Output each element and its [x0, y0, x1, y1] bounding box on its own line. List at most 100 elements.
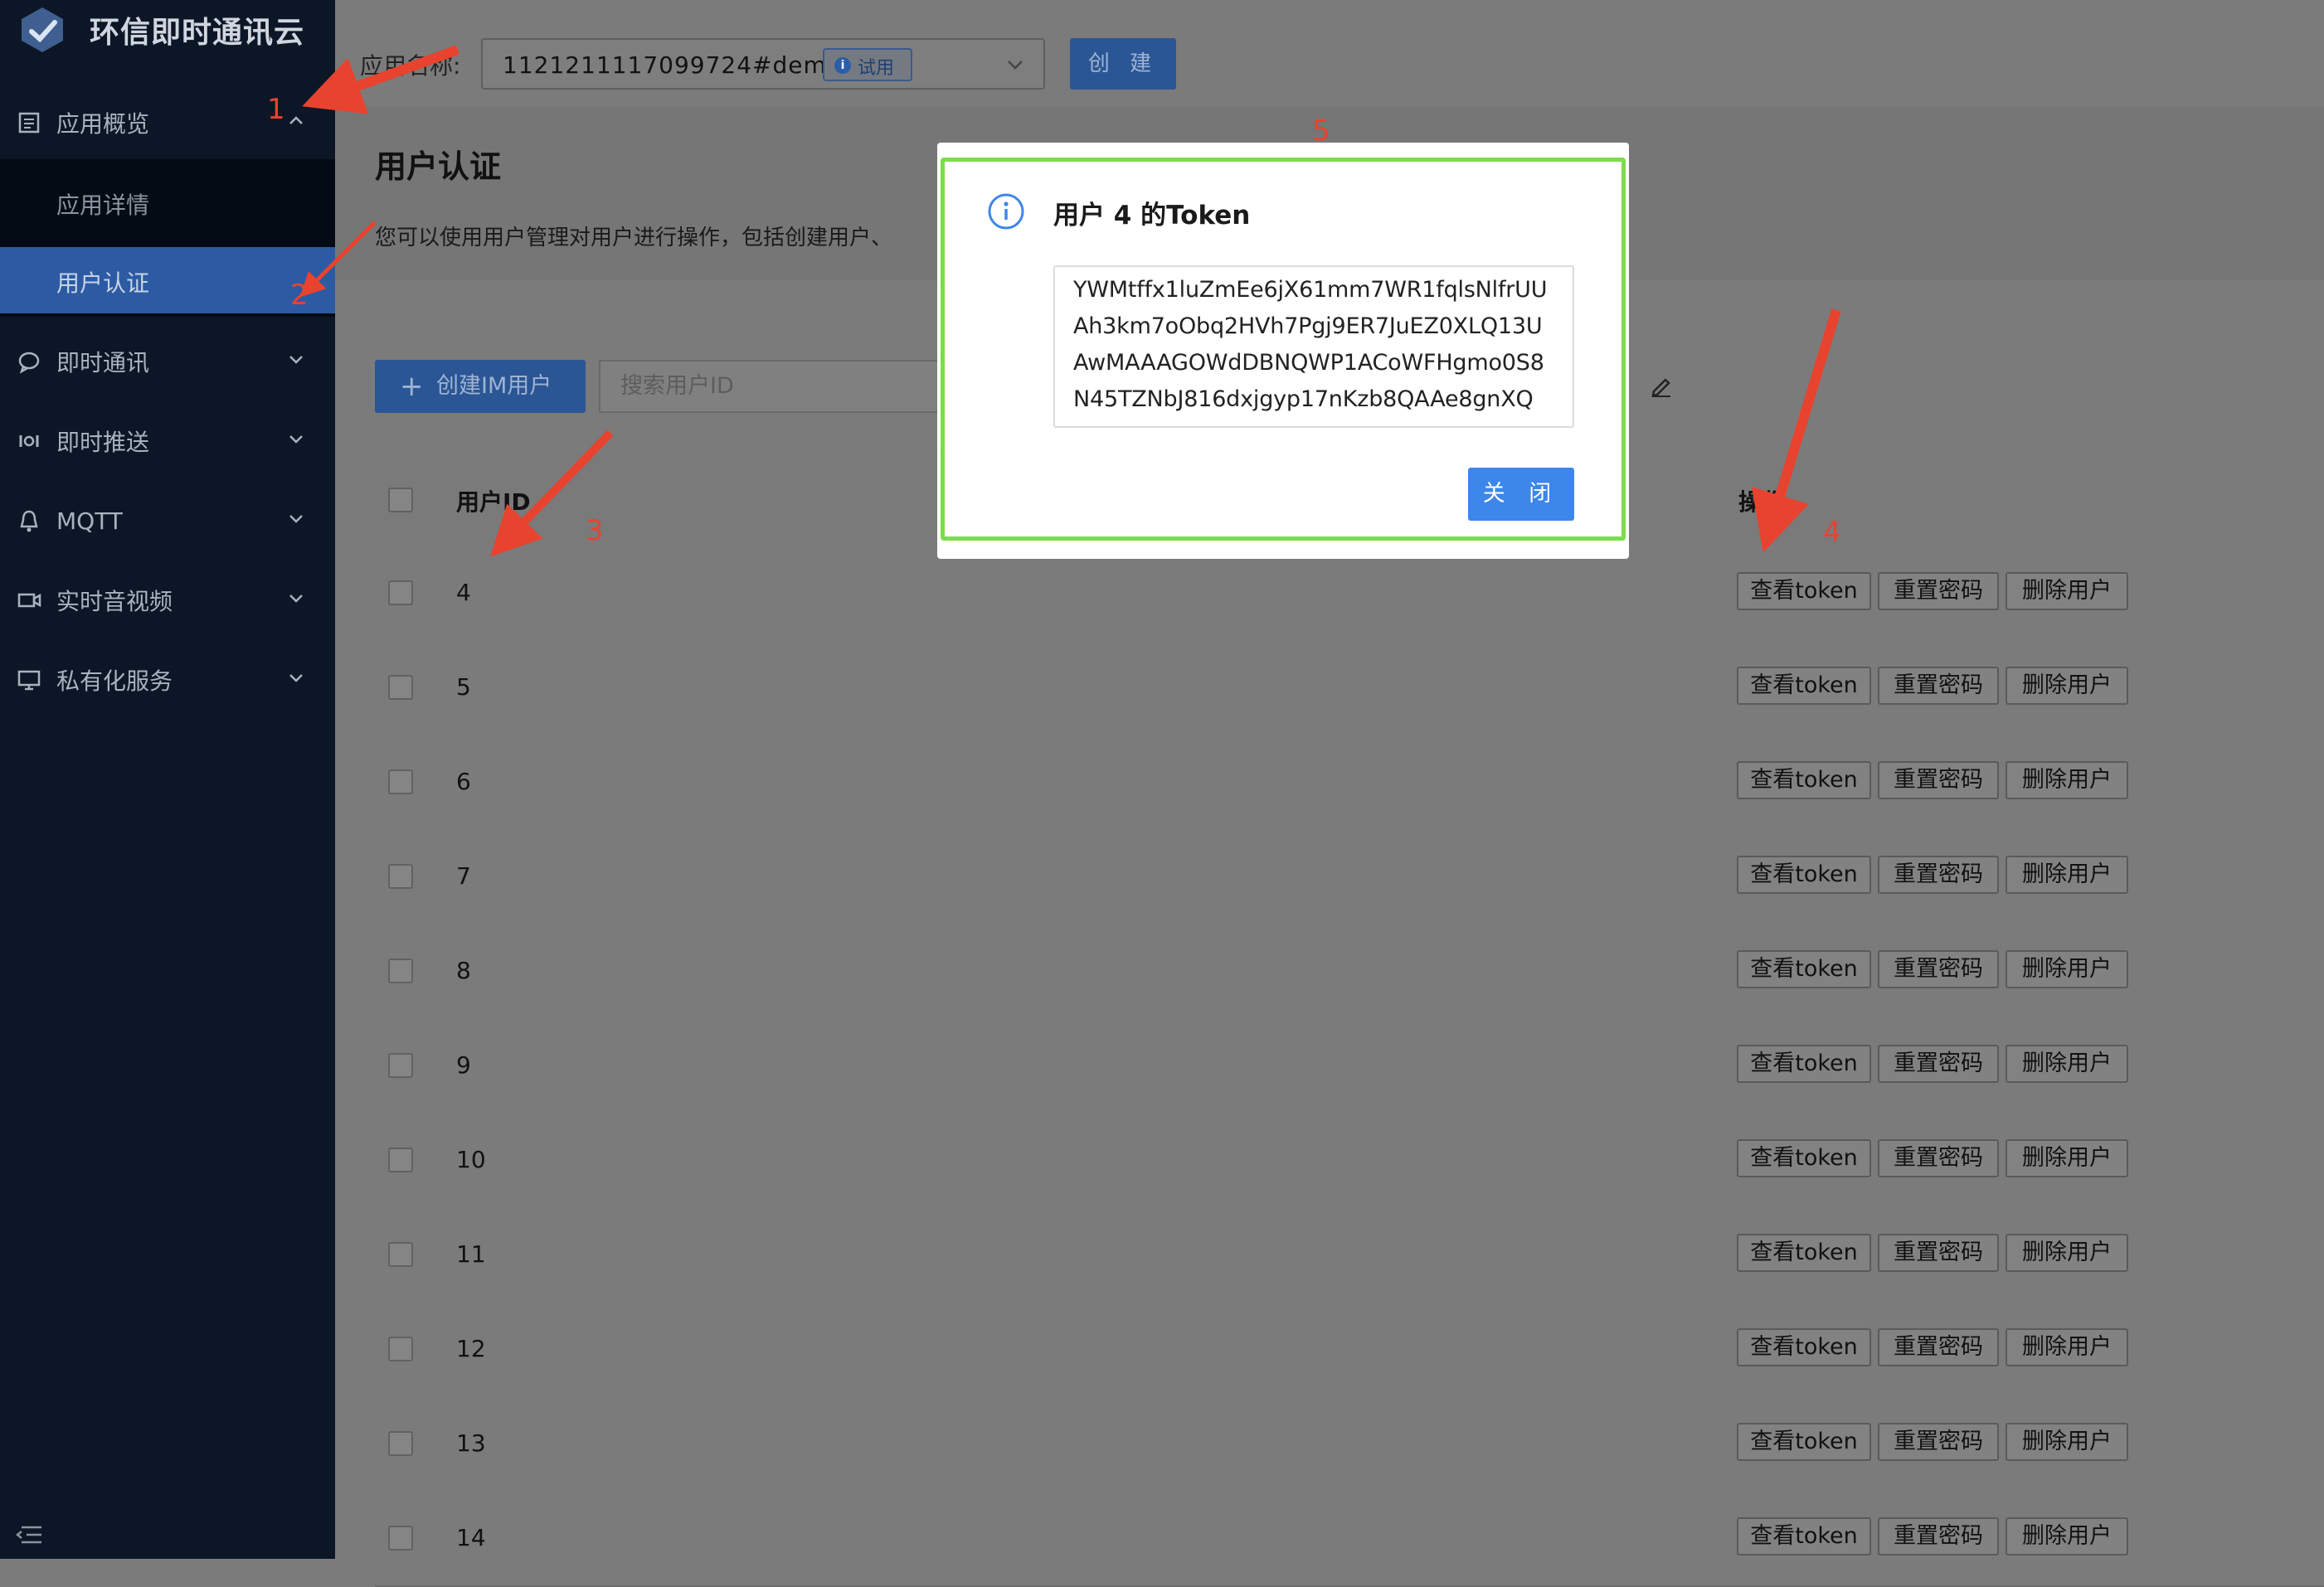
- view-token-button[interactable]: 查看token: [1737, 1328, 1871, 1366]
- user-id-cell: 11: [456, 1240, 486, 1268]
- edit-icon[interactable]: [1649, 373, 1674, 398]
- table-row: 6 查看token 重置密码 删除用户: [375, 735, 2324, 831]
- delete-user-button[interactable]: 删除用户: [2006, 572, 2128, 610]
- chevron-down-icon: [289, 595, 303, 603]
- sidebar-item-label: 私有化服务: [56, 667, 173, 695]
- token-line: N45TZNbJ816dxjgyp17nKzb8QAAe8gnXQ: [1073, 386, 1534, 412]
- view-token-button[interactable]: 查看token: [1737, 1517, 1871, 1555]
- token-modal: 用户 4 的Token YWMtffx1luZmEe6jX61mm7WR1fql…: [937, 143, 1629, 559]
- row-checkbox[interactable]: [388, 1148, 413, 1172]
- delete-user-button[interactable]: 删除用户: [2006, 1139, 2128, 1177]
- reset-password-button[interactable]: 重置密码: [1878, 1517, 1999, 1555]
- row-checkbox[interactable]: [388, 959, 413, 983]
- reset-password-button[interactable]: 重置密码: [1878, 1045, 1999, 1083]
- sidebar-subitem-user-auth[interactable]: [0, 247, 335, 313]
- sidebar-item-label: 即时推送: [56, 429, 150, 456]
- create-button[interactable]: 创 建: [1070, 38, 1176, 90]
- sidebar-subitem-app-details[interactable]: 应用详情: [56, 187, 149, 221]
- row-checkbox[interactable]: [388, 1526, 413, 1551]
- page-description: 您可以使用用户管理对用户进行操作，包括创建用户、: [375, 226, 893, 250]
- token-line: Ah3km7oObq2HVh7Pgj9ER7JuEZ0XLQ13U: [1073, 313, 1543, 339]
- info-icon: i: [834, 57, 851, 74]
- user-id-cell: 12: [456, 1335, 486, 1362]
- modal-title: 用户 4 的Token: [1053, 201, 1251, 231]
- view-token-button[interactable]: 查看token: [1737, 856, 1871, 894]
- chevron-up-icon: [289, 116, 303, 124]
- view-token-button[interactable]: 查看token: [1737, 950, 1871, 988]
- row-checkbox[interactable]: [388, 580, 413, 605]
- column-header-user-id: 用户ID: [456, 488, 531, 516]
- table-row: 11 查看token 重置密码 删除用户: [375, 1207, 2324, 1303]
- sidebar-item-push[interactable]: 即时推送: [0, 401, 335, 481]
- delete-user-button[interactable]: 删除用户: [2006, 1517, 2128, 1555]
- sidebar-item-private[interactable]: 私有化服务: [0, 640, 335, 720]
- annotation-label-3: 3: [586, 514, 604, 547]
- table-row: 12 查看token 重置密码 删除用户: [375, 1302, 2324, 1398]
- view-token-button[interactable]: 查看token: [1737, 1234, 1871, 1272]
- delete-user-button[interactable]: 删除用户: [2006, 667, 2128, 705]
- plus-icon: +: [400, 370, 424, 403]
- column-header-actions: 操作: [1738, 488, 1786, 516]
- info-icon: [988, 193, 1024, 230]
- user-id-cell: 10: [456, 1146, 486, 1173]
- create-im-user-label: 创建IM用户: [436, 373, 552, 399]
- sidebar-item-mqtt[interactable]: MQTT: [0, 481, 335, 561]
- row-checkbox[interactable]: [388, 864, 413, 889]
- reset-password-button[interactable]: 重置密码: [1878, 950, 1999, 988]
- close-button[interactable]: 关 闭: [1468, 468, 1574, 521]
- reset-password-button[interactable]: 重置密码: [1878, 1234, 1999, 1272]
- app-name-value: 1121211117099724#demo: [503, 51, 842, 79]
- reset-password-button[interactable]: 重置密码: [1878, 667, 1999, 705]
- sidebar-item-label: 即时通讯: [56, 349, 150, 376]
- row-checkbox[interactable]: [388, 1337, 413, 1361]
- reset-password-button[interactable]: 重置密码: [1878, 856, 1999, 894]
- delete-user-button[interactable]: 删除用户: [2006, 856, 2128, 894]
- app-select[interactable]: 1121211117099724#demo i 试用: [481, 38, 1045, 90]
- delete-user-button[interactable]: 删除用户: [2006, 1045, 2128, 1083]
- sidebar-item-im[interactable]: 即时通讯: [0, 322, 335, 401]
- delete-user-button[interactable]: 删除用户: [2006, 761, 2128, 799]
- table-row: 14 查看token 重置密码 删除用户: [375, 1491, 2324, 1587]
- table-row: 10 查看token 重置密码 删除用户: [375, 1113, 2324, 1209]
- delete-user-button[interactable]: 删除用户: [2006, 1328, 2128, 1366]
- row-checkbox[interactable]: [388, 675, 413, 700]
- token-line: YWMtffx1luZmEe6jX61mm7WR1fqlsNlfrUU: [1073, 277, 1548, 303]
- sidebar-item-label: MQTT: [56, 507, 123, 535]
- search-user-input[interactable]: 搜索用户ID: [599, 360, 939, 413]
- row-checkbox[interactable]: [388, 1242, 413, 1267]
- annotation-label-2: 2: [290, 279, 309, 312]
- reset-password-button[interactable]: 重置密码: [1878, 1423, 1999, 1461]
- delete-user-button[interactable]: 删除用户: [2006, 950, 2128, 988]
- sidebar-item-rtc[interactable]: 实时音视频: [0, 561, 335, 640]
- user-id-cell: 7: [456, 862, 471, 890]
- user-id-cell: 9: [456, 1051, 471, 1079]
- row-checkbox[interactable]: [388, 769, 413, 794]
- sidebar-item-label: 实时音视频: [56, 588, 173, 615]
- table-row: 13 查看token 重置密码 删除用户: [375, 1396, 2324, 1492]
- view-token-button[interactable]: 查看token: [1737, 1139, 1871, 1177]
- trial-badge-label: 试用: [858, 58, 895, 79]
- mqtt-icon: [20, 510, 38, 532]
- row-checkbox[interactable]: [388, 1053, 413, 1078]
- table-row: 9 查看token 重置密码 删除用户: [375, 1018, 2324, 1114]
- delete-user-button[interactable]: 删除用户: [2006, 1234, 2128, 1272]
- reset-password-button[interactable]: 重置密码: [1878, 1328, 1999, 1366]
- reset-password-button[interactable]: 重置密码: [1878, 1139, 1999, 1177]
- delete-user-button[interactable]: 删除用户: [2006, 1423, 2128, 1461]
- select-all-checkbox[interactable]: [388, 488, 413, 512]
- row-checkbox[interactable]: [388, 1431, 413, 1456]
- brand-name: 环信即时通讯云: [90, 16, 305, 50]
- view-token-button[interactable]: 查看token: [1737, 572, 1871, 610]
- view-token-button[interactable]: 查看token: [1737, 667, 1871, 705]
- chevron-down-icon: [289, 515, 303, 523]
- reset-password-button[interactable]: 重置密码: [1878, 761, 1999, 799]
- create-im-user-button[interactable]: + 创建IM用户: [375, 360, 586, 413]
- chevron-down-icon: [289, 674, 303, 682]
- collapse-menu-icon[interactable]: [15, 1524, 43, 1546]
- view-token-button[interactable]: 查看token: [1737, 761, 1871, 799]
- token-textarea[interactable]: YWMtffx1luZmEe6jX61mm7WR1fqlsNlfrUU Ah3k…: [1053, 265, 1574, 428]
- reset-password-button[interactable]: 重置密码: [1878, 572, 1999, 610]
- view-token-button[interactable]: 查看token: [1737, 1045, 1871, 1083]
- brand-logo[interactable]: 环信即时通讯云: [17, 5, 304, 55]
- view-token-button[interactable]: 查看token: [1737, 1423, 1871, 1461]
